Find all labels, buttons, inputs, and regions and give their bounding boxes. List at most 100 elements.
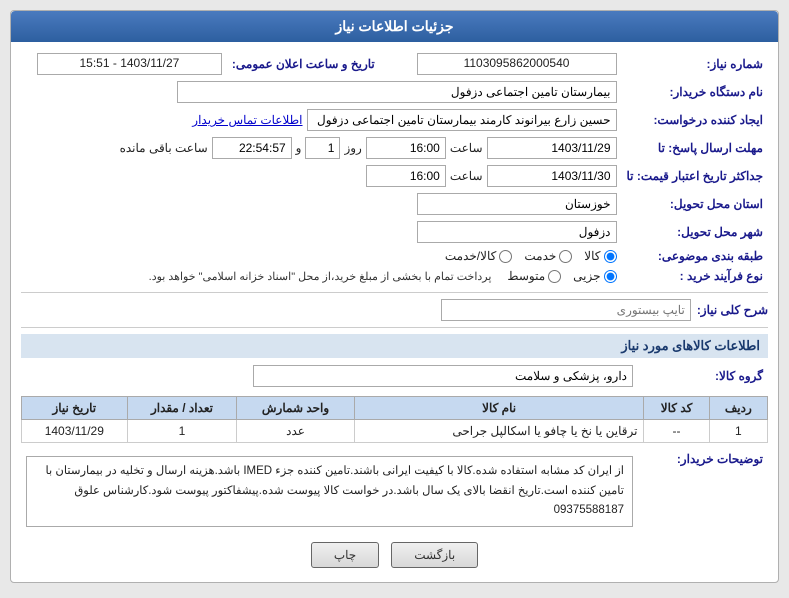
mohlat-rooz-input[interactable]	[305, 137, 340, 159]
cell-tedad: 1	[127, 420, 237, 443]
nooe-note: پرداخت تمام با بخشی از مبلغ خرید،از محل …	[149, 270, 492, 283]
saaat-separator: و	[296, 141, 302, 155]
tabaqa-radio-khedmat[interactable]: خدمت	[524, 249, 572, 263]
col-nam-kala: نام کالا	[354, 397, 644, 420]
mohlat-saat-input[interactable]	[212, 137, 292, 159]
dastgah-label: نام دستگاه خریدار:	[622, 78, 768, 106]
ostan-label: استان محل تحویل:	[622, 190, 768, 218]
shomara-value: 1103095862000540	[417, 53, 617, 75]
baqi-mande-label: ساعت باقی مانده	[120, 141, 208, 155]
ettelaat-section-title: اطلاعات کالاهای مورد نیاز	[21, 334, 768, 358]
panel-body: شماره نیاز: 1103095862000540 تاریخ و ساع…	[11, 42, 778, 582]
shahr-input[interactable]	[417, 221, 617, 243]
dastgah-value-cell	[21, 78, 622, 106]
cell-tarikh: 1403/11/29	[22, 420, 128, 443]
tabaqa-radio-khedmat-input[interactable]	[559, 250, 572, 263]
nooe-value-cell: جزیی متوسط پرداخت تمام با بخشی از مبلغ خ…	[21, 266, 622, 286]
row-shahr: شهر محل تحویل:	[21, 218, 768, 246]
row-ijad: ایجاد کننده درخواست: اطلاعات تماس خریدار	[21, 106, 768, 134]
row-dastgah: نام دستگاه خریدار:	[21, 78, 768, 106]
row-tabaqa: طبقه بندی موضوعی: کالا خدمت	[21, 246, 768, 266]
nooe-radio-jozi[interactable]: جزیی	[573, 269, 616, 283]
tabaqa-radio-kala-input[interactable]	[604, 250, 617, 263]
shomara-value-cell: 1103095862000540	[400, 50, 622, 78]
date-header-value-cell: 1403/11/27 - 15:51	[21, 50, 227, 78]
shahr-value-cell	[21, 218, 622, 246]
tabaqa-value-cell: کالا خدمت کالا/خدمت	[21, 246, 622, 266]
group-kala-input[interactable]	[253, 365, 633, 387]
nooe-radio-jozi-input[interactable]	[604, 270, 617, 283]
type-search-input[interactable]	[441, 299, 691, 321]
nooe-radio-motovaset-input[interactable]	[548, 270, 561, 283]
dastgah-input[interactable]	[177, 81, 617, 103]
group-kala-label: گروه کالا:	[638, 362, 768, 390]
ijad-label: ایجاد کننده درخواست:	[622, 106, 768, 134]
ostan-input[interactable]	[417, 193, 617, 215]
tabaqa-label: طبقه بندی موضوعی:	[622, 246, 768, 266]
tabaqa-kala-label: کالا	[584, 249, 600, 263]
mohlat-time-input[interactable]	[366, 137, 446, 159]
date-header-label: تاریخ و ساعت اعلان عمومی:	[227, 50, 380, 78]
row-jadval: جداکثر تاریخ اعتبار قیمت: تا ساعت	[21, 162, 768, 190]
tozi-label: توضیحات خریدار:	[638, 449, 768, 534]
row-mohlat: مهلت ارسال پاسخ: تا ساعت روز و ساعت باقی…	[21, 134, 768, 162]
products-header-row: ردیف کد کالا نام کالا واحد شمارش تعداد /…	[22, 397, 768, 420]
row-group-kala: گروه کالا:	[21, 362, 768, 390]
row-shomara: شماره نیاز: 1103095862000540 تاریخ و ساع…	[21, 50, 768, 78]
products-table: ردیف کد کالا نام کالا واحد شمارش تعداد /…	[21, 396, 768, 443]
col-kod-kala: کد کالا	[644, 397, 709, 420]
divider-1	[21, 292, 768, 293]
panel-title: جزئیات اطلاعات نیاز	[335, 18, 453, 34]
nooe-radio-motovaset[interactable]: متوسط	[507, 269, 561, 283]
col-radif: ردیف	[709, 397, 767, 420]
jadval-saaat-label: ساعت	[450, 169, 483, 183]
products-table-body: 1 -- ترقاین یا نخ یا چافو یا اسکالپل جرا…	[22, 420, 768, 443]
jadval-label: جداکثر تاریخ اعتبار قیمت: تا	[622, 162, 768, 190]
tabaqa-radio-kala-khedmat[interactable]: کالا/خدمت	[445, 249, 512, 263]
tabaqa-radio-kala-khedmat-input[interactable]	[499, 250, 512, 263]
jadval-date-input[interactable]	[487, 165, 617, 187]
ijad-input[interactable]	[307, 109, 617, 131]
button-row: بازگشت چاپ	[21, 542, 768, 574]
ijad-row-flex: اطلاعات تماس خریدار	[26, 109, 617, 131]
nooe-container: جزیی متوسط پرداخت تمام با بخشی از مبلغ خ…	[26, 269, 617, 283]
ettelaat-tamas-link[interactable]: اطلاعات تماس خریدار	[192, 113, 302, 127]
products-table-head: ردیف کد کالا نام کالا واحد شمارش تعداد /…	[22, 397, 768, 420]
shomara-label: شماره نیاز:	[622, 50, 768, 78]
divider-2	[21, 327, 768, 328]
nooe-radio-group: جزیی متوسط	[507, 269, 616, 283]
tabaqa-radio-group: کالا خدمت کالا/خدمت	[26, 249, 617, 263]
group-kala-value-cell	[21, 362, 638, 390]
nooe-motovaset-label: متوسط	[507, 269, 545, 283]
nooe-jozi-label: جزیی	[573, 269, 600, 283]
tabaqa-khedmat-label: خدمت	[524, 249, 556, 263]
page-container: جزئیات اطلاعات نیاز شماره نیاز: 11030958…	[0, 0, 789, 598]
cell-vahed: عدد	[237, 420, 354, 443]
mohlat-value-cell: ساعت روز و ساعت باقی مانده	[21, 134, 622, 162]
tabaqa-radio-kala[interactable]: کالا	[584, 249, 616, 263]
back-button[interactable]: بازگشت	[391, 542, 478, 568]
mohlat-date-input[interactable]	[487, 137, 617, 159]
shahr-label: شهر محل تحویل:	[622, 218, 768, 246]
print-button[interactable]: چاپ	[311, 542, 379, 568]
table-row: 1 -- ترقاین یا نخ یا چافو یا اسکالپل جرا…	[22, 420, 768, 443]
cell-radif: 1	[709, 420, 767, 443]
col-tarikh: تاریخ نیاز	[22, 397, 128, 420]
tozi-text: از ایران کد مشابه استفاده شده.کالا با کی…	[26, 456, 633, 527]
jadval-value-cell: ساعت	[21, 162, 622, 190]
mohlat-row-flex: ساعت روز و ساعت باقی مانده	[26, 137, 617, 159]
sharh-area: شرح کلی نیاز:	[21, 299, 768, 321]
sharh-label: شرح کلی نیاز:	[697, 303, 768, 317]
ostan-value-cell	[21, 190, 622, 218]
row-tozi: توضیحات خریدار: از ایران کد مشابه استفاد…	[21, 449, 768, 534]
date-header-value: 1403/11/27 - 15:51	[37, 53, 222, 75]
cell-kod-kala: --	[644, 420, 709, 443]
main-panel: جزئیات اطلاعات نیاز شماره نیاز: 11030958…	[10, 10, 779, 583]
info-table-top: شماره نیاز: 1103095862000540 تاریخ و ساع…	[21, 50, 768, 286]
col-vahed: واحد شمارش	[237, 397, 354, 420]
mohlat-label: مهلت ارسال پاسخ: تا	[622, 134, 768, 162]
group-kala-table: گروه کالا:	[21, 362, 768, 390]
jadval-time-input[interactable]	[366, 165, 446, 187]
saaat-label: ساعت	[450, 141, 483, 155]
tozi-table: توضیحات خریدار: از ایران کد مشابه استفاد…	[21, 449, 768, 534]
